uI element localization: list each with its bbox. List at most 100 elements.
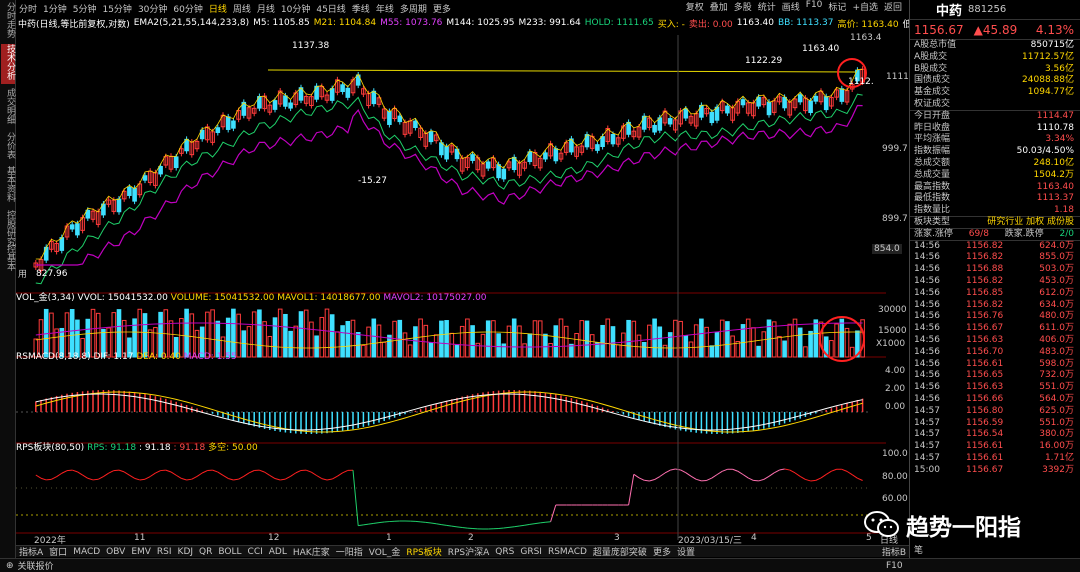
tick-time: 14:57 — [914, 429, 940, 440]
indicator-tab-17[interactable]: GRSI — [517, 547, 545, 557]
tab-basic-info[interactable]: 基本资料 — [1, 166, 15, 206]
toolbar-action-6[interactable]: 标记 — [825, 0, 849, 13]
board-type-row: 板块类型 研究行业 加权 成份股 — [910, 217, 1080, 229]
indicator-tab-6[interactable]: KDJ — [175, 547, 197, 557]
stat-value: 1113.37 — [1036, 193, 1074, 204]
indicator-tab-2[interactable]: MACD — [70, 547, 103, 557]
indicator-tab-18[interactable]: RSMACD — [545, 547, 590, 557]
period-tab-4[interactable]: 30分钟 — [135, 2, 170, 15]
toolbar-action-2[interactable]: 多股 — [731, 0, 755, 13]
tick-time: 14:56 — [914, 382, 940, 393]
toolbar-action-4[interactable]: 画线 — [779, 0, 803, 13]
tick-price: 1156.63 — [966, 334, 1004, 345]
period-tab-0[interactable]: 分时 — [16, 2, 40, 15]
stat-row-4: 基金成交 1094.77亿 — [910, 87, 1080, 99]
board-type-label: 板块类型 — [914, 216, 951, 227]
indicator-tab-16[interactable]: QRS — [492, 547, 517, 557]
tab-intraday[interactable]: 分时走势 — [1, 2, 15, 42]
tab-technical-analysis[interactable]: 技术分析 — [1, 44, 15, 84]
tick-volume: 380.0万 — [1039, 429, 1074, 440]
vvol-value: VVOL: 15041532.00 — [77, 293, 168, 303]
tick-price: 1156.80 — [966, 405, 1004, 416]
board-type-value[interactable]: 研究行业 加权 成份股 — [987, 217, 1074, 228]
toolbar-action-0[interactable]: 复权 — [683, 0, 707, 13]
status-f10[interactable]: F10 — [886, 561, 903, 571]
indicator-tab-9[interactable]: CCI — [245, 547, 266, 557]
period-tab-7[interactable]: 周线 — [230, 2, 254, 15]
period-tab-6[interactable]: 日线 — [206, 2, 230, 15]
annotation-high-1: 1137.38 — [292, 41, 330, 51]
stat-label: 总成交额 — [914, 157, 951, 168]
indicator-tab-15[interactable]: RPS沪深A — [445, 545, 493, 558]
tick-price: 1156.66 — [966, 393, 1004, 404]
indicator-tab-7[interactable]: QR — [196, 547, 215, 557]
toolbar-action-8[interactable]: 返回 — [881, 0, 905, 13]
indicator-tab-11[interactable]: HAK庄家 — [290, 545, 333, 558]
indicator-tab-20[interactable]: 更多 — [650, 545, 674, 558]
indicator-tab-5[interactable]: RSI — [154, 547, 175, 557]
indicator-tab-0[interactable]: 指标A — [16, 545, 46, 558]
annotation-low-1: -15.27 — [358, 176, 388, 186]
rps-axis-80: 80.00 — [882, 472, 908, 482]
buy-value: 买入: - — [657, 19, 685, 30]
indicator-tab-14[interactable]: RPS板块 — [403, 545, 444, 558]
toolbar-action-5[interactable]: F10 — [803, 0, 826, 13]
volume-value: VOLUME: 15041532.00 — [170, 293, 275, 303]
quote-price-row: 1156.67 ▲45.89 4.13% — [910, 20, 1080, 40]
rps-value-2: : 91.18 — [139, 443, 171, 453]
status-left-label[interactable]: 关联报价 — [14, 559, 54, 572]
toolbar-action-1[interactable]: 叠加 — [707, 0, 731, 13]
period-tab-3[interactable]: 15分钟 — [99, 2, 134, 15]
period-tab-10[interactable]: 45日线 — [313, 2, 348, 15]
stat-value: 3.34% — [1045, 134, 1074, 145]
annotation-high-2: 1122.29 — [745, 56, 783, 66]
indicator-b-tab[interactable]: 指标B — [879, 545, 909, 558]
period-tab-14[interactable]: 更多 — [430, 2, 454, 15]
tab-trade-details[interactable]: 成交明细 — [1, 88, 15, 128]
tab-basic-control[interactable]: 控基本 — [1, 244, 15, 274]
indicator-tab-1[interactable]: 窗口 — [46, 545, 70, 558]
vol-label[interactable]: VOL_金(3,34) — [16, 293, 75, 303]
period-tab-13[interactable]: 多周期 — [397, 2, 430, 15]
macd-label[interactable]: RSMACD(8,18,8) — [16, 352, 91, 362]
period-tab-9[interactable]: 10分钟 — [278, 2, 313, 15]
indicator-tab-8[interactable]: BOLL — [215, 547, 244, 557]
tick-row: 14:56 1156.82 453.0万 — [910, 276, 1080, 288]
tab-price-table[interactable]: 分价表 — [1, 132, 15, 164]
indicator-tab-12[interactable]: 一阳指 — [333, 545, 366, 558]
stat-value: 24088.88亿 — [1022, 75, 1074, 86]
tick-time: 14:56 — [914, 334, 940, 345]
indicator-tab-21[interactable]: 设置 — [674, 545, 698, 558]
status-search-icon[interactable]: ⊕ — [0, 561, 14, 571]
period-tab-12[interactable]: 年线 — [373, 2, 397, 15]
period-tab-2[interactable]: 5分钟 — [70, 2, 100, 15]
stat-row-14: 指数量比 1.18 — [910, 205, 1080, 217]
tick-list[interactable]: 14:56 1156.82 624.0万 14:56 1156.82 855.0万 14:5… — [910, 241, 1080, 477]
toolbar-action-3[interactable]: 统计 — [755, 0, 779, 13]
ema-indicator-bar: 中药(日线,等比前复权,对数) EMA2(5,21,55,144,233,8) … — [16, 16, 909, 30]
period-tab-5[interactable]: 60分钟 — [170, 2, 205, 15]
toolbar-action-7[interactable]: +自选 — [849, 0, 881, 13]
stat-row-0: A股总市值 850715亿 — [910, 40, 1080, 52]
price-change: ▲45.89 — [973, 22, 1018, 37]
stat-label: 总成交量 — [914, 169, 951, 180]
ema-params[interactable]: EMA2(5,21,55,144,233,8) — [132, 18, 251, 28]
toolbar-actions: 复权 叠加 多股 统计 画线 F10 标记 +自选 返回 — [683, 0, 905, 13]
indicator-tab-19[interactable]: 超量庞部突破 — [590, 545, 650, 558]
rps-label[interactable]: RPS板块(80,50) — [16, 443, 84, 453]
indicator-tab-3[interactable]: OBV — [103, 547, 128, 557]
tick-time: 14:57 — [914, 441, 940, 452]
indicator-tab-13[interactable]: VOL_金 — [366, 545, 404, 558]
indicator-tab-10[interactable]: ADL — [266, 547, 290, 557]
period-tab-1[interactable]: 1分钟 — [40, 2, 70, 15]
period-tab-11[interactable]: 季线 — [349, 2, 373, 15]
current-price: 1156.67 — [914, 22, 964, 37]
period-tab-8[interactable]: 月线 — [254, 2, 278, 15]
indicator-tab-4[interactable]: EMV — [128, 547, 154, 557]
x-axis-label-7: 4 — [751, 533, 757, 543]
tick-footer-tab[interactable]: 笔 — [914, 543, 923, 556]
stat-row-7: 昨日收盘 1110.78 — [910, 123, 1080, 135]
quote-stats: A股总市值 850715亿 A股成交 11712.57亿 B股成交 3.56亿 国债成交 24… — [910, 40, 1080, 217]
vol-axis-15000: 15000 — [878, 326, 907, 336]
tick-volume: 16.00万 — [1039, 441, 1074, 452]
